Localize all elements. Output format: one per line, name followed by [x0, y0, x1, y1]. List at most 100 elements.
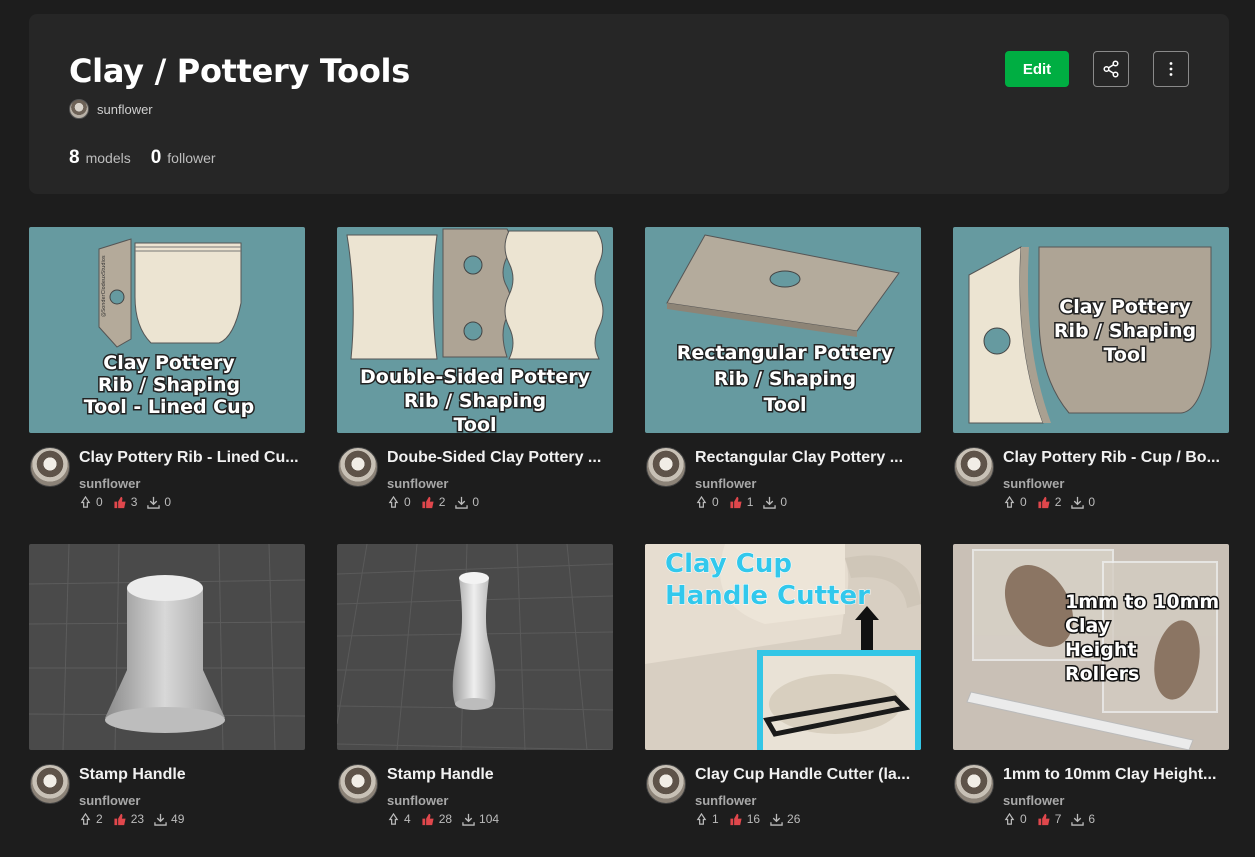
like-icon — [730, 496, 742, 508]
model-card[interactable]: @SonderClodeuxStudios Clay Pottery Rib /… — [29, 227, 305, 514]
model-counters: 4 28 104 — [387, 812, 509, 826]
svg-text:Rib / Shaping: Rib / Shaping — [98, 374, 240, 396]
model-card[interactable]: Stamp Handle sunflower 4 28 104 — [337, 544, 613, 831]
download-count: 0 — [780, 495, 788, 509]
boost-icon — [80, 812, 91, 825]
svg-text:Clay Cup: Clay Cup — [665, 549, 792, 579]
model-thumbnail[interactable]: Clay Pottery Rib / Shaping Tool — [953, 227, 1229, 433]
model-counters: 1 16 26 — [695, 812, 810, 826]
svg-text:Clay Pottery: Clay Pottery — [103, 352, 235, 374]
models-count: 8 — [69, 147, 80, 168]
avatar[interactable] — [30, 447, 70, 487]
like-count: 2 — [438, 495, 446, 509]
download-icon — [455, 496, 469, 509]
model-card[interactable]: 1mm to 10mm Clay Height Rollers 1mm to 1… — [953, 544, 1229, 831]
watermark: @SonderClodeuxStudios — [101, 255, 107, 317]
followers-count[interactable]: 0 — [151, 147, 162, 169]
like-icon — [114, 813, 126, 825]
svg-text:Rectangular Pottery: Rectangular Pottery — [677, 342, 894, 364]
boost-icon — [1004, 812, 1015, 825]
model-author[interactable]: sunflower — [79, 793, 140, 808]
like-count: 16 — [746, 812, 761, 826]
model-card[interactable]: Rectangular Pottery Rib / Shaping Tool R… — [645, 227, 921, 514]
boost-count: 0 — [96, 495, 103, 509]
like-count: 1 — [746, 495, 754, 509]
avatar[interactable] — [646, 764, 686, 804]
model-author[interactable]: sunflower — [1003, 476, 1064, 491]
collection-header: Clay / Pottery Tools sunflower 8 models … — [29, 14, 1229, 194]
boost-count: 0 — [1020, 495, 1027, 509]
boost-icon — [388, 812, 399, 825]
model-counters: 0 2 0 — [1003, 495, 1105, 509]
model-title[interactable]: Doube-Sided Clay Pottery ... — [387, 449, 613, 467]
model-counters: 0 2 0 — [387, 495, 489, 509]
download-count: 26 — [787, 812, 801, 826]
download-icon — [770, 813, 783, 826]
download-count: 0 — [164, 495, 172, 509]
model-author[interactable]: sunflower — [387, 476, 448, 491]
download-icon — [154, 813, 167, 826]
model-author[interactable]: sunflower — [79, 476, 140, 491]
svg-text:Handle Cutter: Handle Cutter — [665, 581, 870, 611]
model-author[interactable]: sunflower — [695, 793, 756, 808]
collection-author[interactable]: sunflower — [69, 99, 153, 119]
like-icon — [1038, 496, 1050, 508]
model-thumbnail[interactable] — [337, 544, 613, 750]
svg-text:Double-Sided Pottery: Double-Sided Pottery — [360, 366, 591, 388]
boost-icon — [1004, 495, 1015, 508]
model-thumbnail[interactable]: @SonderClodeuxStudios Clay Pottery Rib /… — [29, 227, 305, 433]
like-count: 2 — [1054, 495, 1062, 509]
download-count: 0 — [472, 495, 480, 509]
download-icon — [1071, 496, 1085, 509]
model-thumbnail[interactable]: Rectangular Pottery Rib / Shaping Tool — [645, 227, 921, 433]
model-title[interactable]: Clay Cup Handle Cutter (la... — [695, 766, 921, 784]
edit-button[interactable]: Edit — [1005, 51, 1069, 87]
model-author[interactable]: sunflower — [695, 476, 756, 491]
model-card[interactable]: Double-Sided Pottery Rib / Shaping Tool … — [337, 227, 613, 514]
svg-text:Rib / Shaping: Rib / Shaping — [404, 390, 546, 412]
model-thumbnail[interactable]: Clay Cup Handle Cutter — [645, 544, 921, 750]
avatar[interactable] — [338, 447, 378, 487]
model-thumbnail[interactable]: Double-Sided Pottery Rib / Shaping Tool — [337, 227, 613, 433]
svg-text:Clay Pottery: Clay Pottery — [1059, 296, 1191, 318]
page-title: Clay / Pottery Tools — [69, 52, 410, 90]
svg-text:Tool: Tool — [763, 394, 806, 416]
download-icon — [462, 813, 475, 826]
model-title[interactable]: Stamp Handle — [79, 766, 305, 784]
model-title[interactable]: 1mm to 10mm Clay Height... — [1003, 766, 1229, 784]
like-count: 23 — [130, 812, 145, 826]
model-author[interactable]: sunflower — [1003, 793, 1064, 808]
model-card[interactable]: Clay Pottery Rib / Shaping Tool Clay Pot… — [953, 227, 1229, 514]
avatar[interactable] — [954, 447, 994, 487]
download-count: 49 — [171, 812, 185, 826]
model-title[interactable]: Clay Pottery Rib - Cup / Bo... — [1003, 449, 1229, 467]
model-title[interactable]: Stamp Handle — [387, 766, 613, 784]
share-button[interactable] — [1093, 51, 1129, 87]
boost-icon — [388, 495, 399, 508]
model-title[interactable]: Rectangular Clay Pottery ... — [695, 449, 921, 467]
author-name[interactable]: sunflower — [97, 102, 153, 117]
model-thumbnail[interactable] — [29, 544, 305, 750]
model-card[interactable]: Stamp Handle sunflower 2 23 49 — [29, 544, 305, 831]
collection-stats: 8 models 0 follower — [69, 147, 230, 169]
author-avatar[interactable] — [69, 99, 89, 119]
boost-count: 2 — [96, 812, 103, 826]
svg-text:Tool - Lined Cup: Tool - Lined Cup — [84, 396, 255, 418]
svg-text:Rib / Shaping: Rib / Shaping — [714, 368, 856, 390]
avatar[interactable] — [30, 764, 70, 804]
model-title[interactable]: Clay Pottery Rib - Lined Cu... — [79, 449, 305, 467]
avatar[interactable] — [646, 447, 686, 487]
like-icon — [114, 496, 126, 508]
model-card[interactable]: Clay Cup Handle Cutter Clay Cup Handle C… — [645, 544, 921, 831]
avatar[interactable] — [338, 764, 378, 804]
model-author[interactable]: sunflower — [387, 793, 448, 808]
followers-label[interactable]: follower — [167, 150, 215, 166]
boost-count: 0 — [404, 495, 411, 509]
more-button[interactable] — [1153, 51, 1189, 87]
like-count: 7 — [1054, 812, 1062, 826]
like-icon — [730, 813, 742, 825]
model-thumbnail[interactable]: 1mm to 10mm Clay Height Rollers — [953, 544, 1229, 750]
avatar[interactable] — [954, 764, 994, 804]
share-icon — [1103, 60, 1119, 78]
boost-icon — [80, 495, 91, 508]
